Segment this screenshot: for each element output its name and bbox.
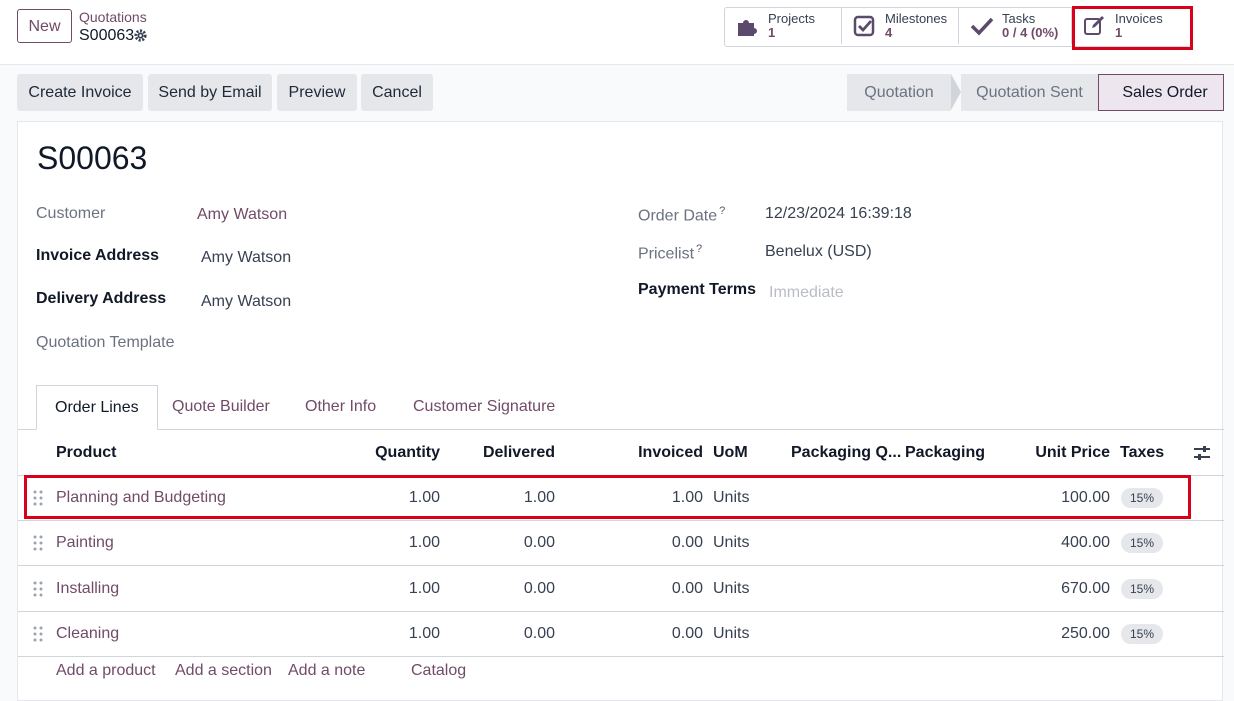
payment-terms-field[interactable]: Immediate: [769, 284, 844, 302]
row-unit-price: 250.00: [1061, 625, 1110, 642]
invoice-address-field[interactable]: Amy Watson: [201, 249, 291, 267]
drag-handle-icon[interactable]: [33, 626, 43, 642]
pricelist-field[interactable]: Benelux (USD): [765, 243, 872, 261]
row-delivered: 0.00: [523, 580, 555, 597]
tab-quote-builder[interactable]: Quote Builder: [172, 385, 270, 429]
customer-field[interactable]: Amy Watson: [197, 206, 287, 224]
row-delivered: 0.00: [523, 625, 555, 642]
cancel-button[interactable]: Cancel: [361, 74, 433, 111]
row-quantity: 1.00: [408, 580, 440, 597]
row-invoiced: 0.00: [671, 580, 703, 597]
projects-smart-button[interactable]: Projects 1: [725, 8, 842, 44]
status-bar: Quotation Quotation Sent Sales Order: [847, 74, 1224, 111]
row-quantity: 1.00: [408, 534, 440, 551]
pricelist-label: Pricelist?: [638, 243, 703, 263]
col-quantity[interactable]: Quantity: [348, 430, 440, 475]
preview-button[interactable]: Preview: [277, 74, 357, 111]
form-sheet: S00063 Customer Amy Watson Invoice Addre…: [17, 121, 1224, 701]
delivery-address-label: Delivery Address: [36, 290, 167, 307]
table-row[interactable]: Cleaning 1.00 0.00 0.00 Units 250.00 15%: [18, 611, 1224, 657]
stage-quotation-sent[interactable]: Quotation Sent: [961, 74, 1098, 111]
tasks-progress: 0 / 4 (0%): [1002, 25, 1059, 40]
send-by-email-button[interactable]: Send by Email: [148, 74, 272, 111]
col-unit-price[interactable]: Unit Price: [1018, 430, 1110, 475]
row-invoiced: 0.00: [671, 534, 703, 551]
drag-handle-icon[interactable]: [33, 535, 43, 551]
tab-customer-signature[interactable]: Customer Signature: [413, 385, 555, 429]
milestones-smart-button[interactable]: Milestones 4: [842, 8, 959, 44]
create-invoice-button[interactable]: Create Invoice: [17, 74, 143, 111]
col-uom[interactable]: UoM: [713, 430, 748, 475]
order-date-field[interactable]: 12/23/2024 16:39:18: [765, 205, 912, 223]
tax-badge: 15%: [1121, 579, 1164, 599]
control-panel: New Quotations S00063 Projects 1 Milesto…: [0, 0, 1234, 65]
col-invoiced[interactable]: Invoiced: [608, 430, 703, 475]
stage-sales-order[interactable]: Sales Order: [1098, 74, 1224, 111]
row-invoiced: 0.00: [671, 625, 703, 642]
record-name: S00063: [79, 27, 135, 44]
add-section-link[interactable]: Add a section: [175, 662, 272, 680]
col-delivered[interactable]: Delivered: [458, 430, 555, 475]
col-taxes[interactable]: Taxes: [1120, 430, 1164, 475]
help-icon[interactable]: ?: [696, 243, 702, 255]
tax-badge: 15%: [1121, 624, 1164, 644]
invoices-highlight-box: [1072, 6, 1193, 50]
drag-handle-icon[interactable]: [33, 581, 43, 597]
col-product[interactable]: Product: [56, 430, 116, 475]
tasks-label: Tasks: [1002, 11, 1036, 26]
customer-label: Customer: [36, 205, 106, 222]
add-product-link[interactable]: Add a product: [56, 662, 156, 680]
add-note-link[interactable]: Add a note: [288, 662, 365, 680]
row-product[interactable]: Installing: [56, 566, 119, 611]
catalog-link[interactable]: Catalog: [411, 662, 466, 680]
projects-count: 1: [768, 25, 776, 40]
quotation-template-label: Quotation Template: [36, 334, 175, 351]
table-row[interactable]: Painting 1.00 0.00 0.00 Units 400.00 15%: [18, 520, 1224, 566]
column-settings-icon[interactable]: [1193, 445, 1211, 461]
order-title: S00063: [37, 140, 148, 176]
invoice-address-label: Invoice Address: [36, 247, 160, 264]
projects-label: Projects: [768, 11, 815, 26]
tab-other-info[interactable]: Other Info: [305, 385, 376, 429]
row-product[interactable]: Painting: [56, 520, 114, 565]
help-icon[interactable]: ?: [719, 205, 725, 217]
check-icon: [969, 13, 995, 39]
first-row-highlight-box: [24, 475, 1191, 519]
order-date-label: Order Date?: [638, 205, 726, 225]
row-unit-price: 400.00: [1061, 534, 1110, 551]
row-uom: Units: [713, 534, 750, 551]
row-quantity: 1.00: [408, 625, 440, 642]
row-product[interactable]: Cleaning: [56, 611, 119, 656]
new-button[interactable]: New: [17, 9, 72, 43]
milestones-label: Milestones: [885, 11, 948, 26]
row-delivered: 0.00: [523, 534, 555, 551]
tax-badge: 15%: [1121, 533, 1164, 553]
table-row[interactable]: Installing 1.00 0.00 0.00 Units 670.00 1…: [18, 566, 1224, 612]
milestones-count: 4: [885, 25, 893, 40]
delivery-address-field[interactable]: Amy Watson: [201, 293, 291, 311]
stage-quotation[interactable]: Quotation: [847, 74, 951, 111]
notebook-tabs: Order Lines Quote Builder Other Info Cus…: [18, 385, 1224, 430]
check-square-icon: [852, 13, 878, 39]
col-packaging[interactable]: Packaging: [905, 430, 985, 475]
col-packaging-qty[interactable]: Packaging Q...: [791, 430, 901, 475]
row-unit-price: 670.00: [1061, 580, 1110, 597]
breadcrumb-quotations[interactable]: Quotations: [79, 9, 147, 25]
tasks-smart-button[interactable]: Tasks 0 / 4 (0%): [959, 8, 1072, 44]
puzzle-icon: [735, 13, 761, 39]
tab-order-lines[interactable]: Order Lines: [36, 385, 158, 430]
gear-icon[interactable]: [133, 28, 148, 43]
order-lines-header: Product Quantity Delivered Invoiced UoM …: [18, 430, 1224, 476]
payment-terms-label: Payment Terms: [638, 281, 756, 298]
stage-separator: [951, 74, 961, 110]
row-uom: Units: [713, 580, 750, 597]
row-uom: Units: [713, 625, 750, 642]
